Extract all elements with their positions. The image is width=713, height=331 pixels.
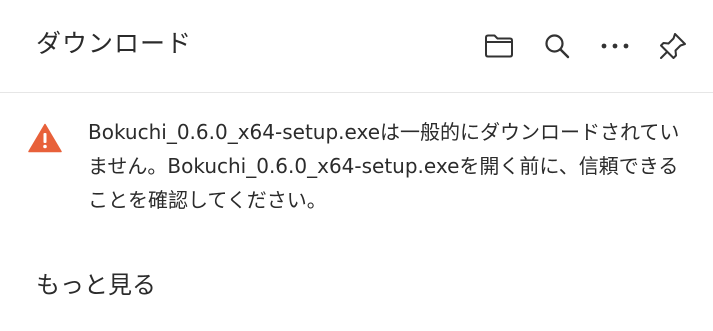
more-options-icon <box>601 43 629 49</box>
search-icon <box>545 34 570 59</box>
panel-title: ダウンロード <box>36 29 193 58</box>
warning-icon <box>28 123 62 153</box>
pin-icon <box>660 33 686 59</box>
header-toolbar <box>461 26 693 66</box>
warning-message: Bokuchi_0.6.0_x64-setup.exeは一般的にダウンロードされ… <box>88 120 680 212</box>
open-downloads-folder-button[interactable] <box>479 26 519 66</box>
see-more-link[interactable]: もっと見る <box>36 268 156 302</box>
pin-panel-button[interactable] <box>653 26 693 66</box>
folder-icon <box>485 34 513 58</box>
download-warning-item: Bokuchi_0.6.0_x64-setup.exeは一般的にダウンロードされ… <box>0 92 713 242</box>
search-downloads-button[interactable] <box>537 26 577 66</box>
downloads-header: ダウンロード <box>0 0 713 93</box>
more-options-button[interactable] <box>595 26 635 66</box>
downloads-panel: ダウンロード Bokuchi_0.6.0_x64-setup.exeは一般的にダ… <box>0 0 713 331</box>
